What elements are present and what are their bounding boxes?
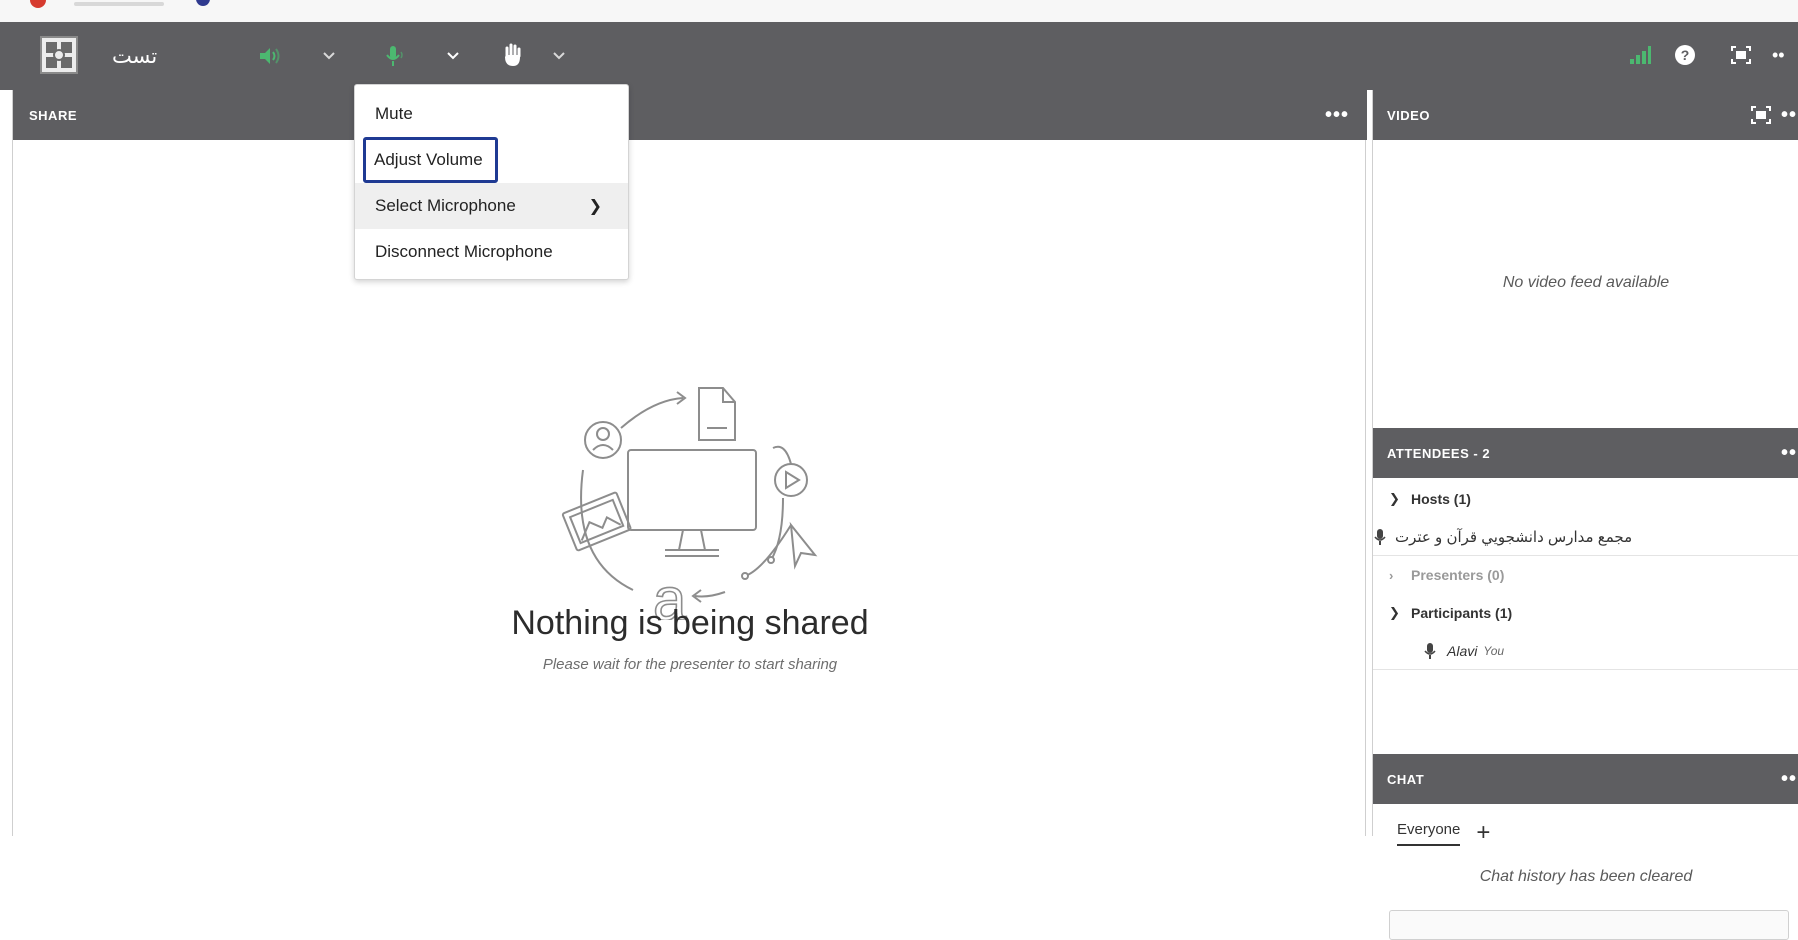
chevron-right-icon: › xyxy=(1389,567,1394,583)
browser-tab-favicon-secondary xyxy=(196,0,210,6)
chat-tabs: Everyone + xyxy=(1397,818,1490,848)
microphone-icon xyxy=(1374,528,1386,545)
add-chat-tab-button[interactable]: + xyxy=(1476,821,1490,845)
main-toolbar: تست ? •• xyxy=(0,22,1798,90)
chat-pod-title: CHAT xyxy=(1387,771,1425,787)
more-icon: ••• xyxy=(1324,103,1349,126)
hosts-group[interactable]: ❯ Hosts (1) xyxy=(1373,480,1798,518)
share-pod: SHARE ••• a Nothing is being shared Plea… xyxy=(12,90,1367,836)
fullscreen-icon xyxy=(1750,106,1771,124)
participant-attendee-row[interactable]: Alavi You xyxy=(1373,632,1798,670)
sharing-illustration-icon: a xyxy=(561,387,818,620)
presenters-group[interactable]: › Presenters (0) xyxy=(1373,556,1798,594)
more-options-button[interactable]: •• xyxy=(1772,42,1798,68)
video-pod-body: No video feed available xyxy=(1373,140,1798,426)
speaker-button[interactable] xyxy=(254,44,286,68)
chat-pod-header: CHAT •• xyxy=(1373,754,1798,804)
browser-tab-favicon xyxy=(30,0,46,8)
speaker-dropdown-chevron[interactable] xyxy=(318,44,340,68)
chevron-down-icon xyxy=(323,52,335,60)
menu-item-disconnect-microphone-label: Disconnect Microphone xyxy=(375,242,553,261)
chevron-down-icon: ❯ xyxy=(1389,605,1400,620)
fullscreen-icon xyxy=(1731,46,1751,64)
connection-status[interactable] xyxy=(1626,42,1654,68)
attendees-pod-options[interactable]: •• xyxy=(1781,428,1797,478)
no-video-message: No video feed available xyxy=(1502,274,1670,291)
chevron-down-icon xyxy=(447,52,459,60)
microphone-menu: Mute Adjust Volume Select Microphone ❯ D… xyxy=(354,84,629,280)
host-attendee-row[interactable]: مجمع مدارس دانشجويي قرآن و عترت xyxy=(1373,518,1798,556)
menu-item-mute[interactable]: Mute xyxy=(355,91,628,137)
more-icon: •• xyxy=(1780,441,1797,464)
more-icon: •• xyxy=(1780,103,1797,126)
help-icon: ? xyxy=(1675,45,1695,65)
attendees-pod-header: ATTENDEES - 2 •• xyxy=(1373,428,1798,478)
app-menu-button[interactable] xyxy=(40,36,78,74)
menu-item-mute-label: Mute xyxy=(375,104,413,123)
raise-hand-icon xyxy=(505,43,521,66)
microphone-icon xyxy=(386,46,403,66)
browser-tab-strip xyxy=(0,0,1798,22)
chat-cleared-message: Chat history has been cleared xyxy=(1479,868,1693,885)
participants-group-label: Participants (1) xyxy=(1411,605,1513,621)
empty-share-title: Nothing is being shared xyxy=(511,604,869,642)
share-pod-options-button[interactable]: ••• xyxy=(1325,90,1349,140)
chat-tab-everyone[interactable]: Everyone xyxy=(1397,821,1461,846)
signal-bars-icon xyxy=(1630,46,1651,64)
chevron-down-icon: ❯ xyxy=(1389,491,1400,506)
menu-item-adjust-volume-label: Adjust Volume xyxy=(363,137,498,183)
video-pod-options[interactable]: •• xyxy=(1750,90,1797,140)
microphone-icon xyxy=(1424,642,1436,659)
chevron-right-icon: ❯ xyxy=(588,198,602,215)
microphone-dropdown-chevron[interactable] xyxy=(442,44,464,68)
menu-item-select-microphone-label: Select Microphone xyxy=(375,196,516,215)
participant-you-tag: You xyxy=(1483,643,1505,658)
help-button[interactable]: ? xyxy=(1672,42,1698,68)
side-column: VIDEO •• No video feed available ATTENDE… xyxy=(1372,90,1798,940)
chevron-down-icon xyxy=(553,52,565,60)
attendees-pod-title: ATTENDEES - 2 xyxy=(1387,445,1491,461)
presenters-group-label: Presenters (0) xyxy=(1411,567,1505,583)
menu-item-adjust-volume[interactable]: Adjust Volume xyxy=(355,137,628,183)
browser-tab-title xyxy=(74,2,164,6)
chat-message-input[interactable] xyxy=(1389,910,1789,940)
hosts-group-label: Hosts (1) xyxy=(1411,491,1471,507)
chat-pod-options[interactable]: •• xyxy=(1781,754,1797,804)
raise-hand-button[interactable] xyxy=(498,40,528,70)
video-pod-header: VIDEO •• xyxy=(1373,90,1798,140)
speaker-icon xyxy=(260,48,280,64)
video-pod-title: VIDEO xyxy=(1387,107,1430,123)
more-icon: •• xyxy=(1772,44,1785,65)
host-attendee-name: مجمع مدارس دانشجويي قرآن و عترت xyxy=(1395,528,1633,546)
menu-item-disconnect-microphone[interactable]: Disconnect Microphone xyxy=(355,229,628,275)
share-pod-header: SHARE ••• xyxy=(13,90,1367,140)
svg-text:?: ? xyxy=(1681,47,1690,63)
room-title: تست xyxy=(112,44,158,68)
app-logo-icon xyxy=(46,42,72,68)
menu-item-select-microphone[interactable]: Select Microphone ❯ xyxy=(355,183,628,229)
share-pod-title: SHARE xyxy=(29,107,78,123)
more-icon: •• xyxy=(1780,767,1797,790)
empty-share-subtitle: Please wait for the presenter to start s… xyxy=(542,656,838,673)
fullscreen-button[interactable] xyxy=(1728,42,1754,68)
participant-name: Alavi xyxy=(1447,642,1478,659)
microphone-button[interactable] xyxy=(378,42,410,70)
raise-hand-dropdown-chevron[interactable] xyxy=(548,44,570,68)
participants-group[interactable]: ❯ Participants (1) xyxy=(1373,594,1798,632)
